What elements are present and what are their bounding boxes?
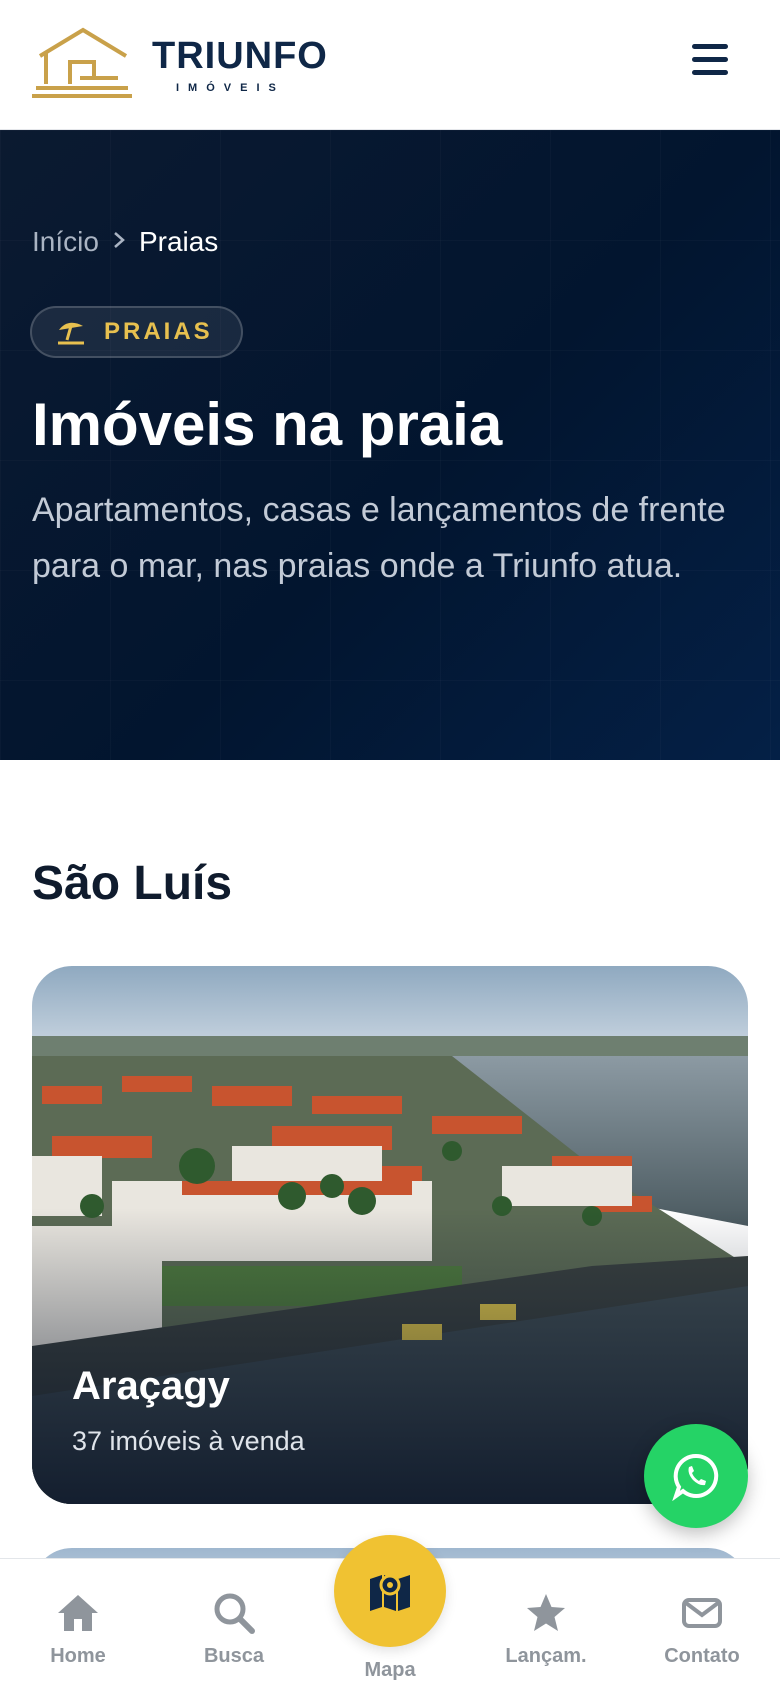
- city-section-title: São Luís: [32, 857, 233, 910]
- breadcrumb-home-link[interactable]: Início: [32, 226, 99, 258]
- beach-umbrella-icon: [58, 322, 84, 345]
- card-subtitle: 37 imóveis à venda: [72, 1426, 305, 1456]
- card-title: Araçagy: [72, 1364, 230, 1408]
- breadcrumb-current: Praias: [138, 226, 219, 257]
- home-icon: [58, 1595, 98, 1631]
- whatsapp-button[interactable]: [644, 1424, 748, 1528]
- nav-search-label: Busca: [203, 1645, 265, 1667]
- nav-map-label: Mapa: [364, 1659, 416, 1681]
- breadcrumb: Início Praias: [32, 226, 218, 258]
- search-icon: [214, 1593, 255, 1634]
- nav-launches-label: Lançam.: [505, 1645, 587, 1667]
- category-tag-label: PRAIAS: [104, 318, 213, 345]
- nav-contact-label: Contato: [664, 1645, 740, 1667]
- house-logo-icon: [32, 27, 132, 98]
- chevron-right-icon: [113, 229, 125, 255]
- nav-search[interactable]: Busca: [164, 1559, 304, 1688]
- bottom-navigation: Home Busca Mapa Lançam. Contato: [0, 1535, 780, 1688]
- page-title: Imóveis na praia: [32, 391, 503, 458]
- hamburger-menu-icon[interactable]: [692, 44, 732, 80]
- category-tag: PRAIAS: [30, 306, 243, 358]
- beach-card[interactable]: Araçagy 37 imóveis à venda: [32, 966, 748, 1504]
- page-description: Apartamentos, casas e lançamentos de fre…: [32, 491, 726, 585]
- hero-section: Início Praias PRAIAS Imóveis na praia Ap…: [0, 130, 780, 760]
- brand-logo[interactable]: TRIUNFO IMÓVEIS: [32, 26, 332, 106]
- brand-subtitle: IMÓVEIS: [176, 82, 285, 94]
- nav-contact[interactable]: Contato: [632, 1559, 772, 1688]
- nav-home-label: Home: [50, 1645, 106, 1667]
- nav-map[interactable]: [334, 1535, 446, 1647]
- star-icon: [527, 1594, 565, 1631]
- brand-name: TRIUNFO: [152, 35, 328, 77]
- top-header: TRIUNFO IMÓVEIS: [0, 0, 780, 130]
- envelope-icon: [682, 1598, 722, 1628]
- whatsapp-icon: [672, 1453, 719, 1501]
- map-icon: [370, 1574, 410, 1611]
- nav-launches[interactable]: Lançam.: [476, 1559, 616, 1688]
- nav-home[interactable]: Home: [8, 1559, 148, 1688]
- card-gradient-overlay: [32, 966, 748, 1504]
